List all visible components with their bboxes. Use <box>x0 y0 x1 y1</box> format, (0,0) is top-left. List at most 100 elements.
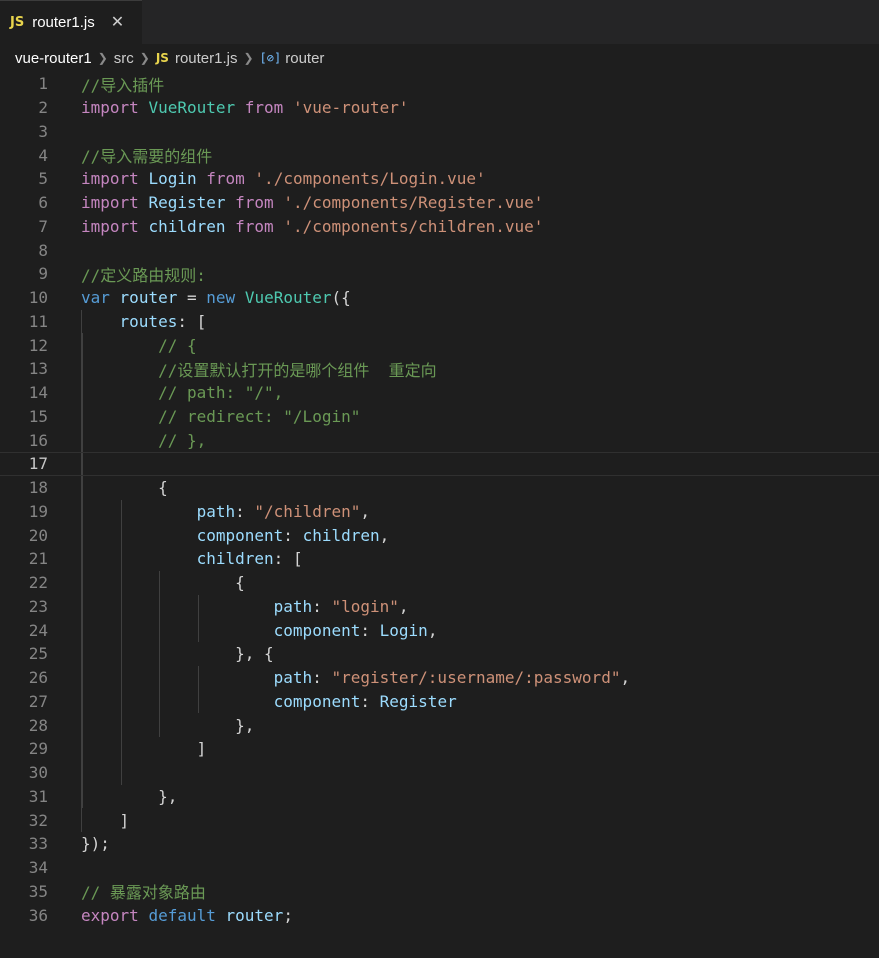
code-line[interactable]: 10 var router = new VueRouter({ <box>0 286 879 310</box>
line-number: 34 <box>28 858 48 878</box>
code-line[interactable]: 35 // 暴露对象路由 <box>0 880 879 904</box>
code-line[interactable]: 24 component: Login, <box>0 618 879 642</box>
code-line[interactable]: 32 ] <box>0 808 879 832</box>
code-text: // redirect: "/Login" <box>158 406 361 426</box>
code-editor[interactable]: 1 //导入插件 2 import VueRouter from 'vue-route… <box>0 72 879 927</box>
indent-guide <box>81 760 82 785</box>
code-line[interactable]: 11 routes: [ <box>0 309 879 334</box>
code-line[interactable]: 22 { <box>0 570 879 595</box>
line-number: 24 <box>28 620 48 640</box>
breadcrumb: vue-router1 ❯ src ❯ JS router1.js ❯ [⊘] … <box>0 44 879 72</box>
code-text: component: children, <box>196 525 390 545</box>
code-line[interactable]: 28 }, <box>0 713 879 737</box>
line-number: 36 <box>28 905 48 925</box>
code-text: ] <box>119 810 130 830</box>
line-number: 20 <box>28 525 48 545</box>
breadcrumb-folder[interactable]: src <box>114 50 134 67</box>
code-line[interactable]: 33}); <box>0 832 879 856</box>
code-text: import Login from './components/Login.vu… <box>81 169 486 189</box>
code-text: import children from './components/child… <box>81 216 544 236</box>
line-number: 29 <box>28 739 48 759</box>
code-line[interactable]: 30 <box>0 760 879 785</box>
line-number: 28 <box>28 715 48 735</box>
breadcrumb-symbol[interactable]: router <box>285 50 324 67</box>
close-icon[interactable]: ✕ <box>111 14 124 31</box>
code-line[interactable]: 26 path: "register/:username/:password", <box>0 665 879 690</box>
tab-router1-js[interactable]: JS router1.js ✕ <box>0 0 142 44</box>
code-line[interactable]: 14 // path: "/", <box>0 380 879 405</box>
code-text: import VueRouter from 'vue-router' <box>81 98 409 118</box>
code-text: path: "/children", <box>196 501 371 521</box>
code-text: }, { <box>235 644 274 664</box>
code-line[interactable]: 31 }, <box>0 784 879 809</box>
tab-bar: JS router1.js ✕ <box>0 0 879 44</box>
breadcrumb-file[interactable]: router1.js <box>175 50 238 67</box>
line-number: 4 <box>38 145 48 165</box>
code-text: // }, <box>158 430 207 450</box>
line-number: 33 <box>28 834 48 854</box>
line-number: 9 <box>38 264 48 284</box>
code-line[interactable]: 29 ] <box>0 737 879 761</box>
code-line[interactable]: 8 <box>0 238 879 262</box>
code-line[interactable]: 9 //定义路由规则: <box>0 262 879 286</box>
breadcrumb-project[interactable]: vue-router1 <box>15 50 92 67</box>
line-number: 12 <box>28 335 48 355</box>
code-text: // path: "/", <box>158 383 284 403</box>
line-number: 17 <box>28 454 48 474</box>
code-text: children: [ <box>196 549 303 569</box>
code-line[interactable]: 18 { <box>0 475 879 500</box>
variable-symbol-icon: [⊘] <box>259 51 282 65</box>
tab-title: router1.js <box>32 14 95 31</box>
line-number: 32 <box>28 810 48 830</box>
code-line[interactable]: 25 }, { <box>0 642 879 666</box>
indent-guide <box>120 760 122 785</box>
code-text: // 暴露对象路由 <box>81 883 206 903</box>
code-text: routes: [ <box>119 311 207 331</box>
js-file-icon: JS <box>155 51 169 65</box>
code-text: //导入插件 <box>81 75 165 95</box>
line-number: 25 <box>28 644 48 664</box>
code-line[interactable]: 2 import VueRouter from 'vue-router' <box>0 96 879 120</box>
chevron-right-icon: ❯ <box>139 51 150 65</box>
indent-guide <box>81 453 82 475</box>
line-number: 15 <box>28 406 48 426</box>
code-line[interactable]: 3 <box>0 120 879 144</box>
line-number: 8 <box>38 240 48 260</box>
code-line[interactable]: 5 import Login from './components/Login.v… <box>0 167 879 191</box>
line-number: 16 <box>28 430 48 450</box>
code-text: }); <box>81 834 110 854</box>
line-number: 35 <box>28 881 48 901</box>
code-line[interactable]: 6 import Register from './components/Regi… <box>0 191 879 215</box>
code-line[interactable]: 21 children: [ <box>0 547 879 571</box>
code-text: path: "login", <box>273 596 409 616</box>
code-line[interactable]: 12 // { <box>0 333 879 357</box>
code-line[interactable]: 17 <box>0 452 879 476</box>
code-line[interactable]: 7 import children from './components/chil… <box>0 215 879 239</box>
code-line[interactable]: 1 //导入插件 <box>0 72 879 96</box>
code-text: }, <box>235 715 255 735</box>
code-line[interactable]: 34 <box>0 856 879 880</box>
code-text: { <box>158 478 168 498</box>
chevron-right-icon: ❯ <box>97 51 108 65</box>
indent-guide <box>82 453 83 475</box>
line-number: 30 <box>28 763 48 783</box>
code-line[interactable]: 13 //设置默认打开的是哪个组件 重定向 <box>0 357 879 381</box>
code-line[interactable]: 23 path: "login", <box>0 594 879 619</box>
code-text: component: Register <box>273 691 457 711</box>
line-number: 11 <box>28 311 48 331</box>
code-line[interactable]: 27 component: Register <box>0 689 879 714</box>
code-line[interactable]: 36 export default router; <box>0 903 879 927</box>
code-text: var router = new VueRouter({ <box>81 288 351 308</box>
code-text: //定义路由规则: <box>81 265 206 285</box>
code-text: // { <box>158 335 197 355</box>
line-number: 2 <box>38 98 48 118</box>
code-text: component: Login, <box>273 620 438 640</box>
code-line[interactable]: 20 component: children, <box>0 523 879 547</box>
code-line[interactable]: 15 // redirect: "/Login" <box>0 404 879 429</box>
code-line[interactable]: 19 path: "/children", <box>0 499 879 524</box>
code-line[interactable]: 4 //导入需要的组件 <box>0 143 879 167</box>
line-number: 22 <box>28 573 48 593</box>
line-number: 13 <box>28 359 48 379</box>
code-line[interactable]: 16 // }, <box>0 428 879 452</box>
chevron-right-icon: ❯ <box>243 51 254 65</box>
